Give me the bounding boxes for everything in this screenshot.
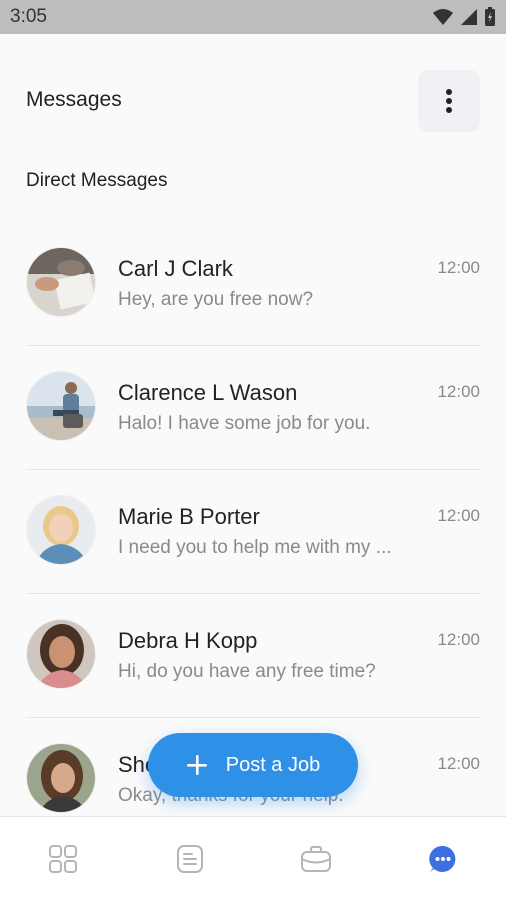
conversation-row[interactable]: Carl J Clark Hey, are you free now? 12:0… <box>26 222 480 346</box>
post-job-button[interactable]: Post a Job <box>148 733 358 797</box>
bottom-nav <box>0 816 506 901</box>
status-icons <box>432 7 496 27</box>
message-time: 12:00 <box>437 258 480 277</box>
document-icon <box>176 845 203 873</box>
more-vertical-icon <box>446 89 452 113</box>
message-preview: Hi, do you have any free time? <box>118 661 376 682</box>
message-preview: Hey, are you free now? <box>118 289 314 310</box>
conversation-row[interactable]: Clarence L Wason Halo! I have some job f… <box>26 346 480 470</box>
wifi-icon <box>433 9 453 25</box>
avatar <box>26 619 96 689</box>
section-title: Direct Messages <box>26 170 168 191</box>
contact-name: Debra H Kopp <box>118 628 258 653</box>
nav-messages[interactable] <box>413 829 473 889</box>
plus-icon <box>186 755 207 775</box>
avatar <box>26 371 96 441</box>
message-time: 12:00 <box>437 754 480 773</box>
status-bar: 3:05 <box>0 0 506 34</box>
page-title: Messages <box>26 88 122 111</box>
header: Messages <box>0 34 506 139</box>
avatar <box>26 495 96 565</box>
nav-jobs[interactable] <box>286 829 346 889</box>
message-time: 12:00 <box>437 382 480 401</box>
conversation-row[interactable]: Marie B Porter I need you to help me wit… <box>26 470 480 594</box>
grid-icon <box>49 845 78 873</box>
message-time: 12:00 <box>437 506 480 525</box>
nav-home[interactable] <box>33 829 93 889</box>
briefcase-icon <box>301 846 332 872</box>
contact-name: Clarence L Wason <box>118 380 298 405</box>
avatar <box>26 247 96 317</box>
message-time: 12:00 <box>437 630 480 649</box>
nav-documents[interactable] <box>160 829 220 889</box>
more-options-button[interactable] <box>418 70 480 132</box>
conversation-row[interactable]: Debra H Kopp Hi, do you have any free ti… <box>26 594 480 718</box>
status-time: 3:05 <box>10 6 47 27</box>
message-preview: Halo! I have some job for you. <box>118 413 371 434</box>
contact-name: Marie B Porter <box>118 504 260 529</box>
post-job-label: Post a Job <box>225 753 321 776</box>
chat-icon <box>429 845 456 872</box>
avatar <box>26 743 96 813</box>
signal-icon <box>461 9 477 25</box>
battery-icon <box>485 7 495 26</box>
contact-name: Carl J Clark <box>118 256 233 281</box>
message-preview: I need you to help me with my ... <box>118 537 392 558</box>
